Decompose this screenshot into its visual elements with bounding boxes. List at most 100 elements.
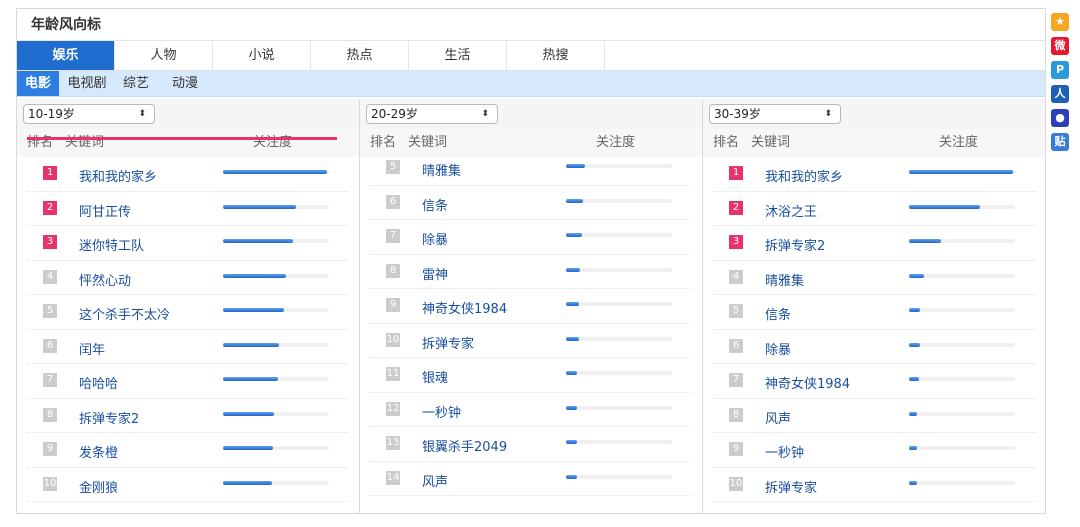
keyword-link[interactable]: 风声 <box>765 408 791 427</box>
list-item[interactable]: 11 银魂 <box>370 358 692 393</box>
attention-bar <box>223 308 329 312</box>
attention-bar-fill <box>909 377 919 381</box>
list-item[interactable]: 2 阿甘正传 <box>27 192 349 226</box>
tab-sub-3[interactable]: 动漫 <box>164 71 206 96</box>
keyword-link[interactable]: 信条 <box>422 195 448 214</box>
age-column: 10-19岁 ⬍ 排名 关键词 关注度 1 我和我的家乡 2 阿甘正传 3 迷你特工队 4 怦然心动 5 这… <box>17 99 360 513</box>
keyword-link[interactable]: 沐浴之王 <box>765 201 817 220</box>
list-item[interactable]: 10 金刚狼 <box>27 468 349 502</box>
keyword-link[interactable]: 信条 <box>765 304 791 323</box>
keyword-link[interactable]: 怦然心动 <box>79 270 131 289</box>
renren-icon[interactable]: 人 <box>1051 85 1069 103</box>
keyword-link[interactable]: 神奇女侠1984 <box>765 373 850 392</box>
list-item[interactable]: 4 晴雅集 <box>713 261 1037 295</box>
list-item[interactable]: 1 我和我的家乡 <box>713 157 1037 192</box>
list-item[interactable]: 13 银翼杀手2049 <box>370 427 692 462</box>
list-item[interactable]: 1 我和我的家乡 <box>27 157 349 192</box>
tab-main-5[interactable]: 热搜 <box>507 41 605 70</box>
list-item[interactable]: 8 拆弹专家2 <box>27 399 349 433</box>
tab-main-3[interactable]: 热点 <box>311 41 409 70</box>
keyword-link[interactable]: 哈哈哈 <box>79 373 118 392</box>
keyword-link[interactable]: 阿甘正传 <box>79 201 131 220</box>
list-item[interactable]: 6 闰年 <box>27 330 349 364</box>
keyword-link[interactable]: 发条橙 <box>79 442 118 461</box>
age-select[interactable]: 10-19岁 ⬍ <box>23 104 155 124</box>
list-item[interactable]: 3 迷你特工队 <box>27 226 349 261</box>
keyword-link[interactable]: 银翼杀手2049 <box>422 436 507 455</box>
tab-sub-1[interactable]: 电视剧 <box>66 71 108 96</box>
qzone-star-icon[interactable]: ★ <box>1051 13 1069 31</box>
list-item[interactable]: 4 怦然心动 <box>27 261 349 295</box>
attention-bar <box>223 480 329 485</box>
age-select[interactable]: 20-29岁 ⬍ <box>366 104 498 124</box>
list-item[interactable]: 9 神奇女侠1984 <box>370 289 692 324</box>
rank-badge: 10 <box>386 332 400 347</box>
keyword-link[interactable]: 神奇女侠1984 <box>422 298 507 317</box>
keyword-link[interactable]: 一秒钟 <box>422 402 461 421</box>
baidu-paw-icon[interactable]: ● <box>1051 109 1069 127</box>
list-item[interactable]: 14 风声 <box>370 462 692 496</box>
keyword-link[interactable]: 晴雅集 <box>422 160 461 179</box>
keyword-link[interactable]: 除暴 <box>422 229 448 248</box>
tab-main-2[interactable]: 小说 <box>213 41 311 70</box>
list-item[interactable]: 9 发条橙 <box>27 433 349 468</box>
rank-badge: 9 <box>729 442 743 456</box>
list-item[interactable]: 5 晴雅集 <box>370 151 692 186</box>
attention-bar <box>566 267 672 272</box>
tab-main-4[interactable]: 生活 <box>409 41 507 70</box>
rank-badge: 4 <box>43 269 57 284</box>
keyword-link[interactable]: 除暴 <box>765 339 791 358</box>
list-item[interactable]: 5 信条 <box>713 295 1037 330</box>
rank-badge: 13 <box>386 436 400 450</box>
keyword-link[interactable]: 迷你特工队 <box>79 235 144 254</box>
tab-main-0[interactable]: 娱乐 <box>17 41 115 70</box>
tab-sub-0[interactable]: 电影 <box>17 71 59 96</box>
tab-main-1[interactable]: 人物 <box>115 41 213 70</box>
keyword-link[interactable]: 我和我的家乡 <box>765 166 843 185</box>
list-item[interactable]: 8 风声 <box>713 399 1037 433</box>
list-item[interactable]: 7 哈哈哈 <box>27 364 349 399</box>
list-item[interactable]: 2 沐浴之王 <box>713 192 1037 226</box>
keyword-link[interactable]: 雷神 <box>422 264 448 283</box>
rank-badge: 6 <box>386 194 400 209</box>
list-item[interactable]: 9 一秒钟 <box>713 433 1037 468</box>
list-item[interactable]: 5 这个杀手不太冷 <box>27 295 349 330</box>
list-item[interactable]: 7 神奇女侠1984 <box>713 364 1037 399</box>
keyword-link[interactable]: 一秒钟 <box>765 442 804 461</box>
rank-badge: 5 <box>729 304 743 318</box>
attention-bar-fill <box>566 474 577 479</box>
list-item[interactable]: 3 拆弹专家2 <box>713 226 1037 261</box>
attention-bar-fill <box>909 446 918 450</box>
attention-bar <box>566 405 672 410</box>
list-item[interactable]: 6 信条 <box>370 186 692 220</box>
attention-bar <box>566 474 672 479</box>
list-item[interactable]: 7 除暴 <box>370 220 692 255</box>
list-item[interactable]: 6 除暴 <box>713 330 1037 364</box>
list-item[interactable]: 12 一秒钟 <box>370 393 692 427</box>
keyword-link[interactable]: 这个杀手不太冷 <box>79 304 170 323</box>
rank-badge: 2 <box>43 200 57 215</box>
keyword-link[interactable]: 金刚狼 <box>79 477 118 496</box>
list-item[interactable]: 10 拆弹专家 <box>713 468 1037 502</box>
keyword-link[interactable]: 拆弹专家2 <box>79 408 139 427</box>
list-item[interactable]: 10 拆弹专家 <box>370 324 692 358</box>
keyword-link[interactable]: 晴雅集 <box>765 270 804 289</box>
keyword-link[interactable]: 拆弹专家 <box>765 477 817 496</box>
tieba-icon[interactable]: P <box>1051 61 1069 79</box>
weibo-icon[interactable]: 微 <box>1051 37 1069 55</box>
keyword-link[interactable]: 闰年 <box>79 339 105 358</box>
attention-bar <box>566 198 672 203</box>
tieba-post-icon[interactable]: 贴 <box>1051 133 1069 151</box>
keyword-link[interactable]: 我和我的家乡 <box>79 166 157 185</box>
keyword-link[interactable]: 拆弹专家 <box>422 333 474 352</box>
list-item[interactable]: 8 雷神 <box>370 255 692 289</box>
widget-title: 年龄风向标 <box>17 9 1045 41</box>
keyword-link[interactable]: 银魂 <box>422 367 448 386</box>
keyword-link[interactable]: 拆弹专家2 <box>765 235 825 254</box>
attention-bar-fill <box>223 204 297 209</box>
share-sidebar: ★ 微 P 人 ● 贴 <box>1049 13 1071 157</box>
tab-sub-2[interactable]: 综艺 <box>115 71 157 96</box>
keyword-header: 关键词 <box>751 135 791 150</box>
keyword-link[interactable]: 风声 <box>422 471 448 490</box>
age-select[interactable]: 30-39岁 ⬍ <box>709 104 841 124</box>
